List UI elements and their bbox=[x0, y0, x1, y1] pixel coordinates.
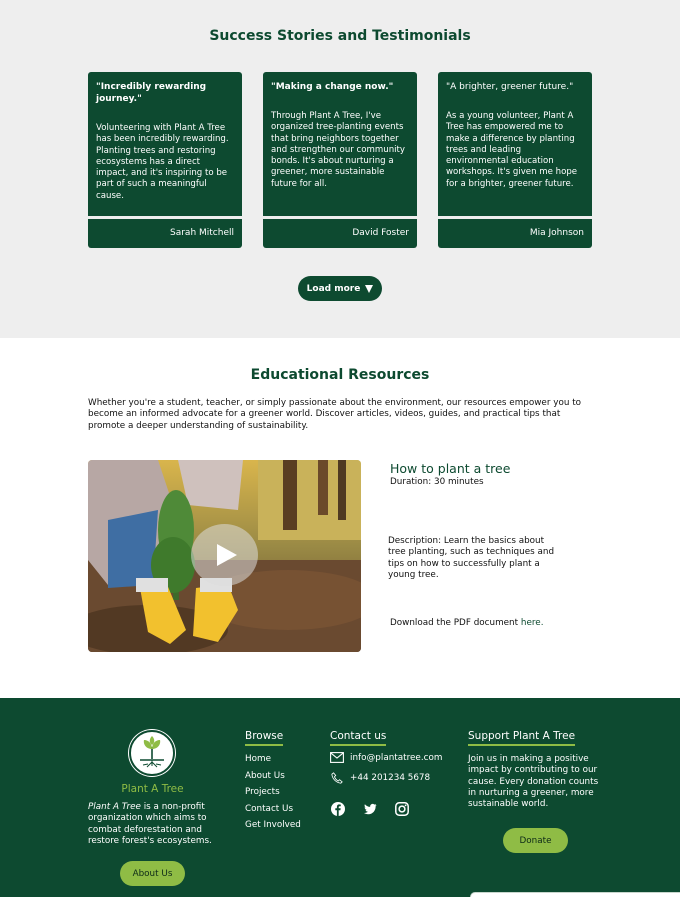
triangle-down-icon bbox=[365, 284, 374, 293]
browse-nav: Home About Us Projects Contact Us Get In… bbox=[245, 754, 301, 837]
play-button[interactable] bbox=[191, 524, 258, 586]
support-text: Join us in making a positive impact by c… bbox=[468, 754, 599, 810]
contact-heading: Contact us bbox=[330, 730, 387, 746]
testimonial-author: David Foster bbox=[263, 219, 417, 248]
testimonial-text: As a young volunteer, Plant A Tree has e… bbox=[446, 111, 578, 189]
testimonial-body: "A brighter, greener future." As a young… bbox=[438, 72, 592, 216]
about-text: Plant A Tree is a non-profit organizatio… bbox=[88, 802, 228, 847]
testimonial-quote: "Making a change now." bbox=[271, 82, 394, 92]
testimonial-body: "Incredibly rewarding journey." Voluntee… bbox=[88, 72, 242, 216]
twitter-icon[interactable] bbox=[363, 802, 377, 816]
contact-phone: +44 201234 5678 bbox=[330, 772, 430, 784]
testimonials-title: Success Stories and Testimonials bbox=[209, 28, 471, 44]
support-heading: Support Plant A Tree bbox=[468, 730, 576, 746]
download-link[interactable]: here. bbox=[521, 618, 544, 628]
contact-phone-text[interactable]: +44 201234 5678 bbox=[350, 773, 430, 783]
testimonial-card: "Incredibly rewarding journey." Voluntee… bbox=[88, 72, 242, 248]
download-text: Download the PDF document bbox=[390, 618, 521, 628]
load-more-label: Load more bbox=[306, 283, 361, 294]
resource-title: How to plant a tree bbox=[390, 461, 511, 476]
resource-download: Download the PDF document here. bbox=[390, 618, 544, 628]
about-brand: Plant A Tree bbox=[88, 802, 141, 812]
testimonial-card: "A brighter, greener future." As a young… bbox=[438, 72, 592, 248]
education-section: Educational Resources Whether you're a s… bbox=[0, 338, 680, 698]
scroll-edge-decoration bbox=[470, 892, 680, 897]
video-player[interactable] bbox=[88, 460, 361, 652]
education-intro: Whether you're a student, teacher, or si… bbox=[88, 398, 582, 431]
testimonial-author: Sarah Mitchell bbox=[88, 219, 242, 248]
mail-icon bbox=[330, 752, 344, 763]
nav-item-home[interactable]: Home bbox=[245, 754, 301, 771]
testimonial-text: Through Plant A Tree, I've organized tre… bbox=[271, 111, 405, 189]
resource-duration: Duration: 30 minutes bbox=[390, 477, 484, 487]
sprout-logo-icon bbox=[129, 730, 175, 776]
testimonial-body: "Making a change now." Through Plant A T… bbox=[263, 72, 417, 216]
donate-button[interactable]: Donate bbox=[503, 828, 568, 853]
testimonial-card: "Making a change now." Through Plant A T… bbox=[263, 72, 417, 248]
logo bbox=[128, 729, 176, 777]
browse-heading: Browse bbox=[245, 730, 284, 746]
facebook-icon[interactable] bbox=[331, 802, 345, 816]
brand-name: Plant A Tree bbox=[121, 783, 184, 795]
nav-item-about-us[interactable]: About Us bbox=[245, 771, 301, 788]
testimonial-author: Mia Johnson bbox=[438, 219, 592, 248]
instagram-icon[interactable] bbox=[395, 802, 409, 816]
play-icon bbox=[217, 544, 237, 566]
nav-item-contact-us[interactable]: Contact Us bbox=[245, 804, 301, 821]
contact-email: info@plantatree.com bbox=[330, 752, 442, 763]
nav-item-get-involved[interactable]: Get Involved bbox=[245, 820, 301, 837]
testimonial-quote: "Incredibly rewarding journey." bbox=[96, 82, 207, 104]
education-title: Educational Resources bbox=[250, 367, 430, 383]
testimonials-section: Success Stories and Testimonials "Incred… bbox=[0, 0, 680, 338]
about-us-button[interactable]: About Us bbox=[120, 861, 185, 886]
footer: Plant A Tree Plant A Tree is a non-profi… bbox=[0, 698, 680, 897]
testimonial-quote: "A brighter, greener future." bbox=[446, 82, 574, 92]
phone-icon bbox=[331, 772, 343, 784]
nav-item-projects[interactable]: Projects bbox=[245, 787, 301, 804]
resource-description: Description: Learn the basics about tree… bbox=[388, 536, 555, 580]
contact-email-text[interactable]: info@plantatree.com bbox=[350, 753, 442, 763]
load-more-button[interactable]: Load more bbox=[298, 276, 382, 301]
testimonial-text: Volunteering with Plant A Tree has been … bbox=[96, 123, 229, 201]
